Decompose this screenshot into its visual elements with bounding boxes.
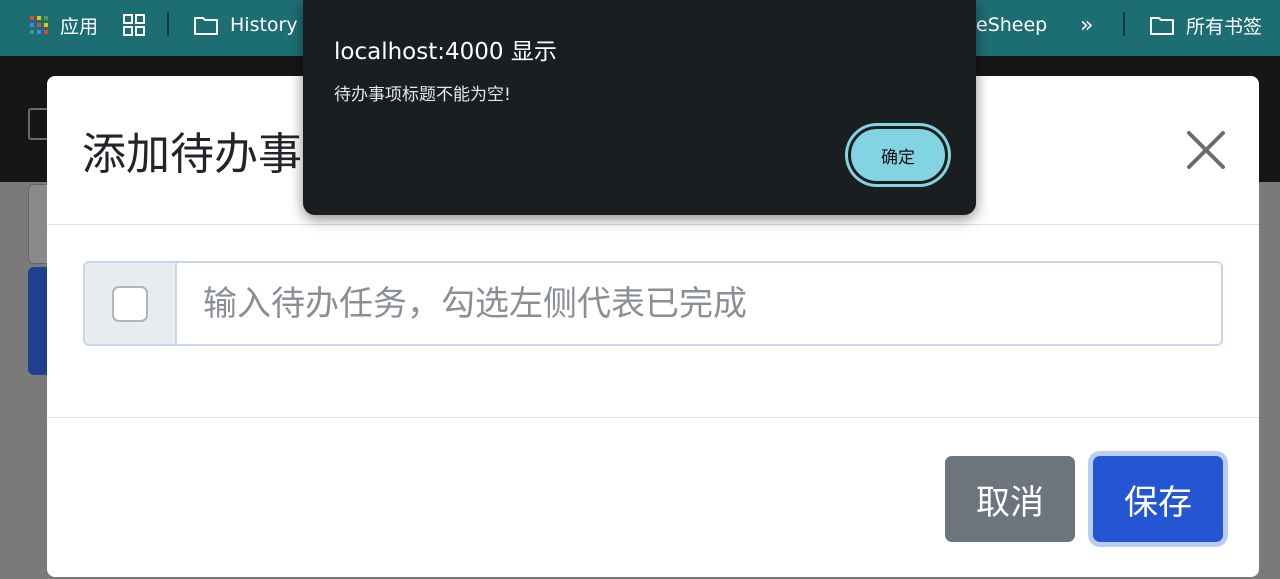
alert-title: localhost:4000 显示 bbox=[334, 39, 557, 65]
alert-ok-button[interactable]: 确定 bbox=[848, 126, 948, 184]
alert-message: 待办事项标题不能为空! bbox=[334, 85, 511, 105]
bookmark-history-label: History bbox=[230, 14, 298, 36]
bookmark-apps[interactable]: 应用 bbox=[30, 0, 98, 50]
completed-checkbox[interactable] bbox=[112, 285, 148, 322]
bookmark-history[interactable]: History bbox=[194, 0, 298, 50]
chevron-double-right-icon: » bbox=[1080, 12, 1094, 38]
todo-input-group bbox=[83, 261, 1223, 346]
save-button[interactable]: 保存 bbox=[1093, 456, 1223, 542]
apps-icon bbox=[30, 16, 48, 34]
modal-title: 添加待办事 bbox=[82, 129, 302, 180]
bookmark-all-label: 所有书签 bbox=[1186, 15, 1263, 38]
folder-icon bbox=[194, 17, 218, 35]
bookmark-apps-label: 应用 bbox=[60, 15, 99, 38]
bookmark-divider bbox=[167, 12, 169, 36]
bookmark-esheep-label: eSheep bbox=[976, 14, 1048, 36]
grid-icon bbox=[123, 14, 145, 36]
close-icon bbox=[1187, 131, 1225, 169]
tab-groups-button[interactable] bbox=[123, 0, 145, 50]
bookmark-esheep[interactable]: eSheep bbox=[976, 0, 1047, 50]
cancel-button[interactable]: 取消 bbox=[945, 456, 1075, 542]
modal-body bbox=[47, 225, 1259, 418]
folder-icon bbox=[1150, 17, 1174, 35]
alert-dialog: localhost:4000 显示 待办事项标题不能为空! 确定 bbox=[303, 0, 976, 215]
checkbox-addon bbox=[85, 263, 177, 344]
close-button[interactable] bbox=[1184, 128, 1228, 172]
todo-title-input[interactable] bbox=[177, 263, 1221, 344]
modal-footer: 取消 保存 bbox=[47, 418, 1259, 577]
more-bookmarks-button[interactable]: » bbox=[1080, 0, 1093, 50]
bookmark-divider bbox=[1123, 12, 1125, 36]
bookmark-all[interactable]: 所有书签 bbox=[1150, 0, 1262, 50]
